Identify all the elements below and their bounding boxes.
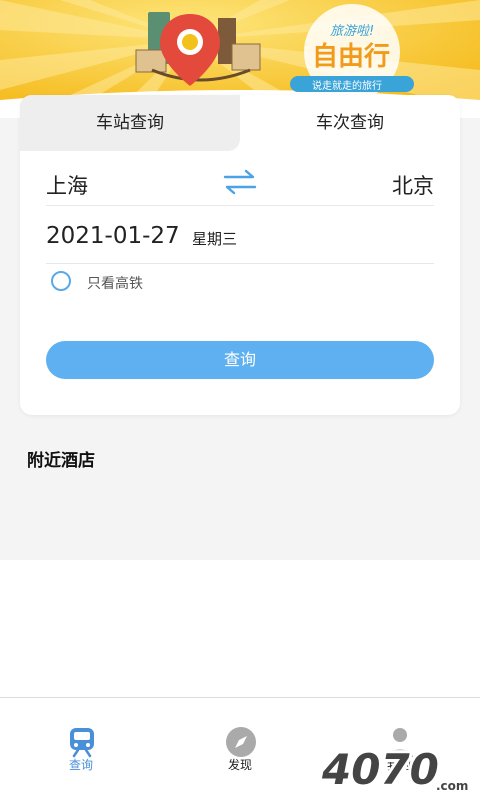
tab-train-search[interactable]: 车次查询 xyxy=(240,95,460,151)
compass-icon xyxy=(225,726,257,758)
search-card: 车站查询 车次查询 上海 北京 2021-01-27 星期三 只看高铁 查询 xyxy=(20,95,460,415)
badge-text-ribbon: 说走就走的旅行 xyxy=(312,81,382,92)
site-watermark: 4070 4070 .com xyxy=(318,740,476,797)
divider xyxy=(46,205,434,206)
to-city[interactable]: 北京 xyxy=(392,170,434,200)
high-speed-only-checkbox[interactable] xyxy=(51,271,71,291)
weekday-label: 星期三 xyxy=(192,230,238,248)
badge-text-main: 自由行 xyxy=(312,42,391,72)
search-tabs: 车站查询 车次查询 xyxy=(20,95,460,151)
from-city[interactable]: 上海 xyxy=(46,170,88,200)
swap-cities-icon[interactable] xyxy=(223,169,257,195)
train-icon xyxy=(66,726,98,758)
nearby-hotels-title: 附近酒店 xyxy=(27,451,95,471)
svg-text:4070: 4070 xyxy=(321,745,439,794)
svg-text:.com: .com xyxy=(436,779,468,793)
nav-label-query: 查询 xyxy=(68,758,93,772)
watermark-logo: 4070 4070 .com xyxy=(318,742,468,797)
query-button[interactable]: 查询 xyxy=(46,341,434,379)
date-picker[interactable]: 2021-01-27 xyxy=(46,223,180,249)
nav-label-discover: 发现 xyxy=(227,758,252,772)
divider xyxy=(46,263,434,264)
high-speed-only-label[interactable]: 只看高铁 xyxy=(87,273,143,293)
tab-station-search[interactable]: 车站查询 xyxy=(20,95,240,151)
